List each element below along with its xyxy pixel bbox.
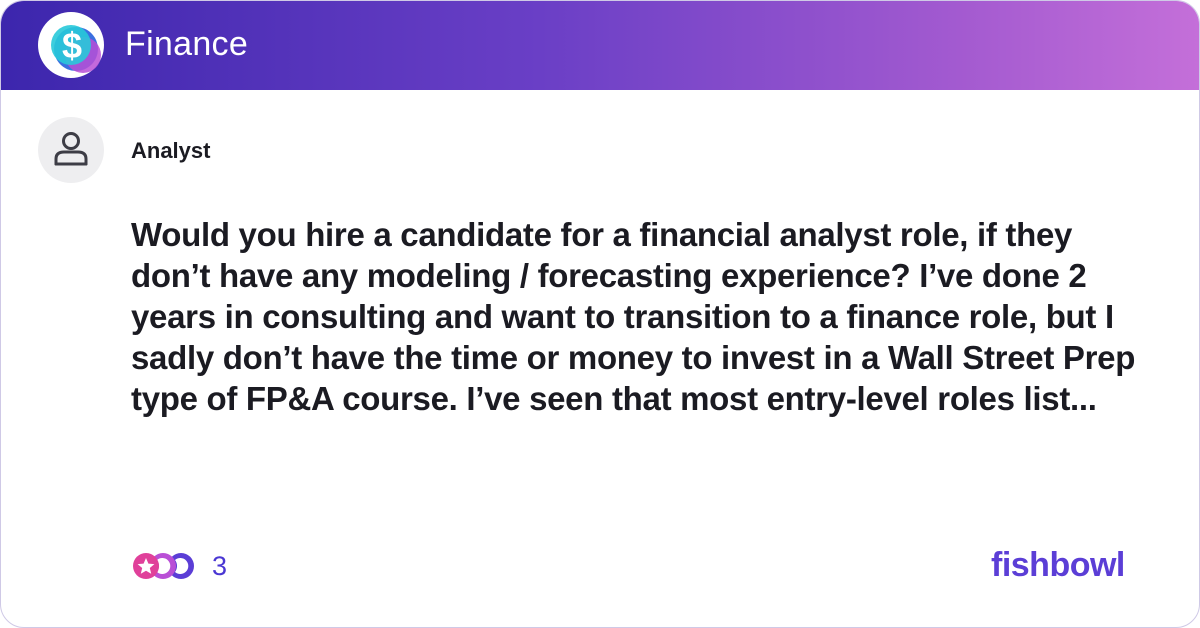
- reaction-count: 3: [212, 551, 228, 581]
- reactions-icon[interactable]: [131, 551, 199, 581]
- channel-title[interactable]: Finance: [125, 23, 248, 65]
- post-card[interactable]: $ Finance Analyst Would you hire a candi…: [0, 0, 1200, 628]
- author-name[interactable]: Analyst: [131, 137, 210, 165]
- channel-header: $ Finance: [1, 1, 1199, 90]
- fishbowl-logo[interactable]: fishbowl: [991, 545, 1125, 585]
- svg-text:$: $: [62, 25, 82, 66]
- post-text[interactable]: Would you hire a candidate for a financi…: [131, 214, 1151, 419]
- dollar-sign-icon: $: [37, 11, 105, 79]
- user-icon: [54, 132, 88, 166]
- avatar[interactable]: [38, 117, 104, 183]
